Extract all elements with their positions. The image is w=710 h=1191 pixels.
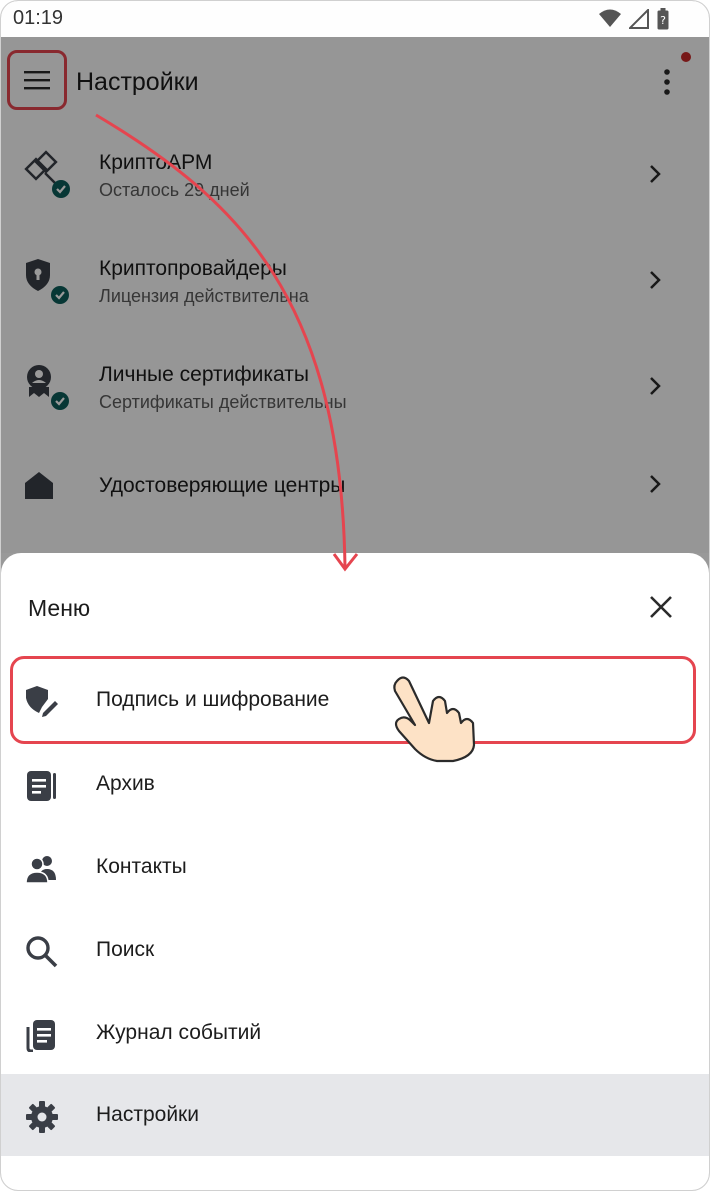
cryptoarm-key-icon bbox=[24, 150, 70, 198]
settings-item-subtitle: Сертификаты действительны bbox=[99, 392, 347, 412]
menu-item-contacts[interactable]: Контакты bbox=[1, 826, 709, 908]
certificate-badge-icon bbox=[27, 365, 69, 410]
menu-item-label: Архив bbox=[96, 772, 155, 795]
wifi-icon bbox=[599, 9, 621, 27]
battery-icon: ? bbox=[657, 8, 669, 30]
svg-text:?: ? bbox=[660, 14, 666, 27]
highlight-frame bbox=[10, 656, 696, 744]
chevron-right-icon bbox=[650, 165, 661, 183]
menu-item-label: Журнал событий bbox=[96, 1021, 262, 1044]
hamburger-icon bbox=[24, 71, 50, 90]
more-options-button[interactable] bbox=[655, 67, 679, 97]
chevron-right-icon bbox=[650, 271, 661, 289]
home-icon bbox=[25, 472, 53, 499]
close-icon[interactable] bbox=[647, 593, 675, 621]
menu-item-archive[interactable]: Архив bbox=[1, 743, 709, 825]
menu-bottom-sheet: Меню Подпись и шифрование Архив Контакты… bbox=[1, 553, 709, 1190]
phone-screen: 01:19 ? Настройки КриптоАРМ Осталось 29 … bbox=[0, 0, 710, 1191]
menu-item-settings[interactable]: Настройки bbox=[1, 1074, 709, 1156]
app-bar: Настройки bbox=[1, 37, 709, 127]
settings-item-cryptoproviders[interactable]: Криптопровайдеры Лицензия действительна bbox=[1, 227, 709, 333]
settings-item-title: Удостоверяющие центры bbox=[99, 474, 346, 497]
settings-item-subtitle: Лицензия действительна bbox=[99, 286, 309, 306]
menu-item-event-log[interactable]: Журнал событий bbox=[1, 992, 709, 1074]
menu-item-label: Настройки bbox=[96, 1103, 199, 1126]
menu-item-search[interactable]: Поиск bbox=[1, 909, 709, 991]
settings-item-cryptoarm[interactable]: КриптоАРМ Осталось 29 дней bbox=[1, 121, 709, 227]
notification-dot bbox=[681, 52, 691, 62]
event-log-icon bbox=[26, 1020, 55, 1052]
chevron-right-icon bbox=[650, 475, 661, 493]
settings-item-title: Личные сертификаты bbox=[99, 363, 309, 386]
settings-item-certificate-authorities[interactable]: Удостоверяющие центры bbox=[1, 439, 709, 545]
status-bar: 01:19 ? bbox=[1, 1, 709, 37]
menu-button[interactable] bbox=[7, 50, 67, 110]
search-icon bbox=[26, 936, 58, 968]
settings-item-subtitle: Осталось 29 дней bbox=[99, 180, 250, 200]
settings-screen: Настройки КриптоАРМ Осталось 29 дней Кри… bbox=[1, 37, 709, 553]
chevron-right-icon bbox=[650, 377, 661, 395]
shield-lock-icon bbox=[26, 259, 69, 304]
signal-icon bbox=[629, 9, 649, 29]
menu-item-label: Контакты bbox=[96, 855, 187, 878]
more-vert-icon bbox=[664, 69, 670, 95]
settings-item-title: КриптоАРМ bbox=[99, 151, 213, 174]
archive-icon bbox=[27, 771, 56, 801]
status-icons: ? bbox=[599, 8, 669, 30]
settings-item-personal-certificates[interactable]: Личные сертификаты Сертификаты действите… bbox=[1, 333, 709, 439]
menu-item-label: Поиск bbox=[96, 938, 155, 961]
contacts-icon bbox=[25, 856, 56, 884]
status-time: 01:19 bbox=[13, 7, 64, 29]
gear-icon bbox=[26, 1101, 58, 1133]
settings-item-title: Криптопровайдеры bbox=[99, 257, 287, 280]
sheet-title: Меню bbox=[28, 595, 91, 621]
page-title: Настройки bbox=[76, 68, 199, 96]
